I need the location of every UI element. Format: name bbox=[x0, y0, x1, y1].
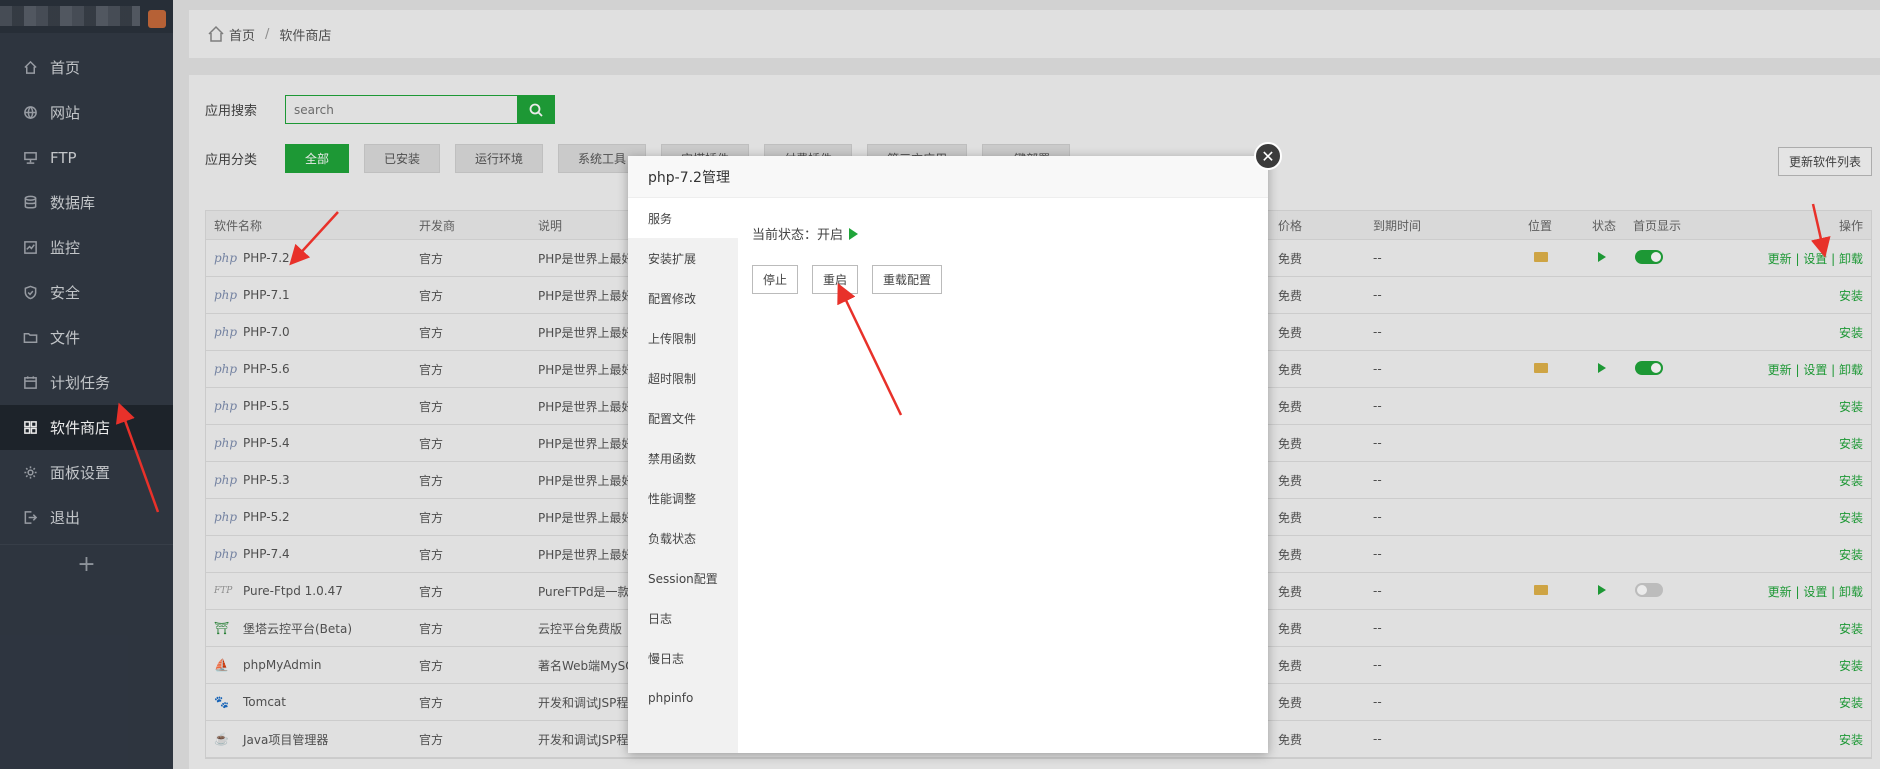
modal-menu-item[interactable]: Session配置 bbox=[628, 558, 738, 598]
php-manage-modal: php-7.2管理 ✕ 服务 安装扩展 配置修改 上传限制 超时限制 配置文件 禁用函数 性能… bbox=[628, 142, 1282, 753]
modal-menu-item[interactable]: 性能调整 bbox=[628, 478, 738, 518]
modal-menu-item[interactable]: 慢日志 bbox=[628, 638, 738, 678]
modal-service-panel: 当前状态： 开启 停止 重启 重载配置 bbox=[738, 198, 1268, 753]
modal-menu-item[interactable]: 上传限制 bbox=[628, 318, 738, 358]
play-icon bbox=[849, 227, 859, 240]
reload-config-button[interactable]: 重载配置 bbox=[872, 265, 943, 294]
modal-menu-item[interactable]: 日志 bbox=[628, 598, 738, 638]
restart-button[interactable]: 重启 bbox=[812, 265, 859, 294]
status-value: 开启 bbox=[817, 228, 844, 243]
modal-title: php-7.2管理 bbox=[628, 156, 1268, 198]
modal-menu-item[interactable]: 禁用函数 bbox=[628, 438, 738, 478]
modal-menu-item[interactable]: 配置修改 bbox=[628, 278, 738, 318]
status-label: 当前状态： bbox=[752, 228, 818, 243]
modal-menu: 服务 安装扩展 配置修改 上传限制 超时限制 配置文件 禁用函数 性能调整 负载状态 Sessio… bbox=[628, 198, 738, 753]
service-buttons: 停止 重启 重载配置 bbox=[752, 265, 1254, 294]
service-status: 当前状态： 开启 bbox=[752, 224, 1254, 243]
modal-menu-item[interactable]: 配置文件 bbox=[628, 398, 738, 438]
modal-menu-item[interactable]: 服务 bbox=[628, 198, 738, 238]
stop-button[interactable]: 停止 bbox=[752, 265, 799, 294]
close-icon[interactable]: ✕ bbox=[1254, 142, 1282, 170]
modal-menu-item[interactable]: 超时限制 bbox=[628, 358, 738, 398]
modal-menu-item[interactable]: 负载状态 bbox=[628, 518, 738, 558]
modal-menu-item[interactable]: 安装扩展 bbox=[628, 238, 738, 278]
modal-body: 服务 安装扩展 配置修改 上传限制 超时限制 配置文件 禁用函数 性能调整 负载状态 Sessio… bbox=[628, 198, 1268, 753]
modal-menu-item[interactable]: phpinfo bbox=[628, 678, 738, 718]
